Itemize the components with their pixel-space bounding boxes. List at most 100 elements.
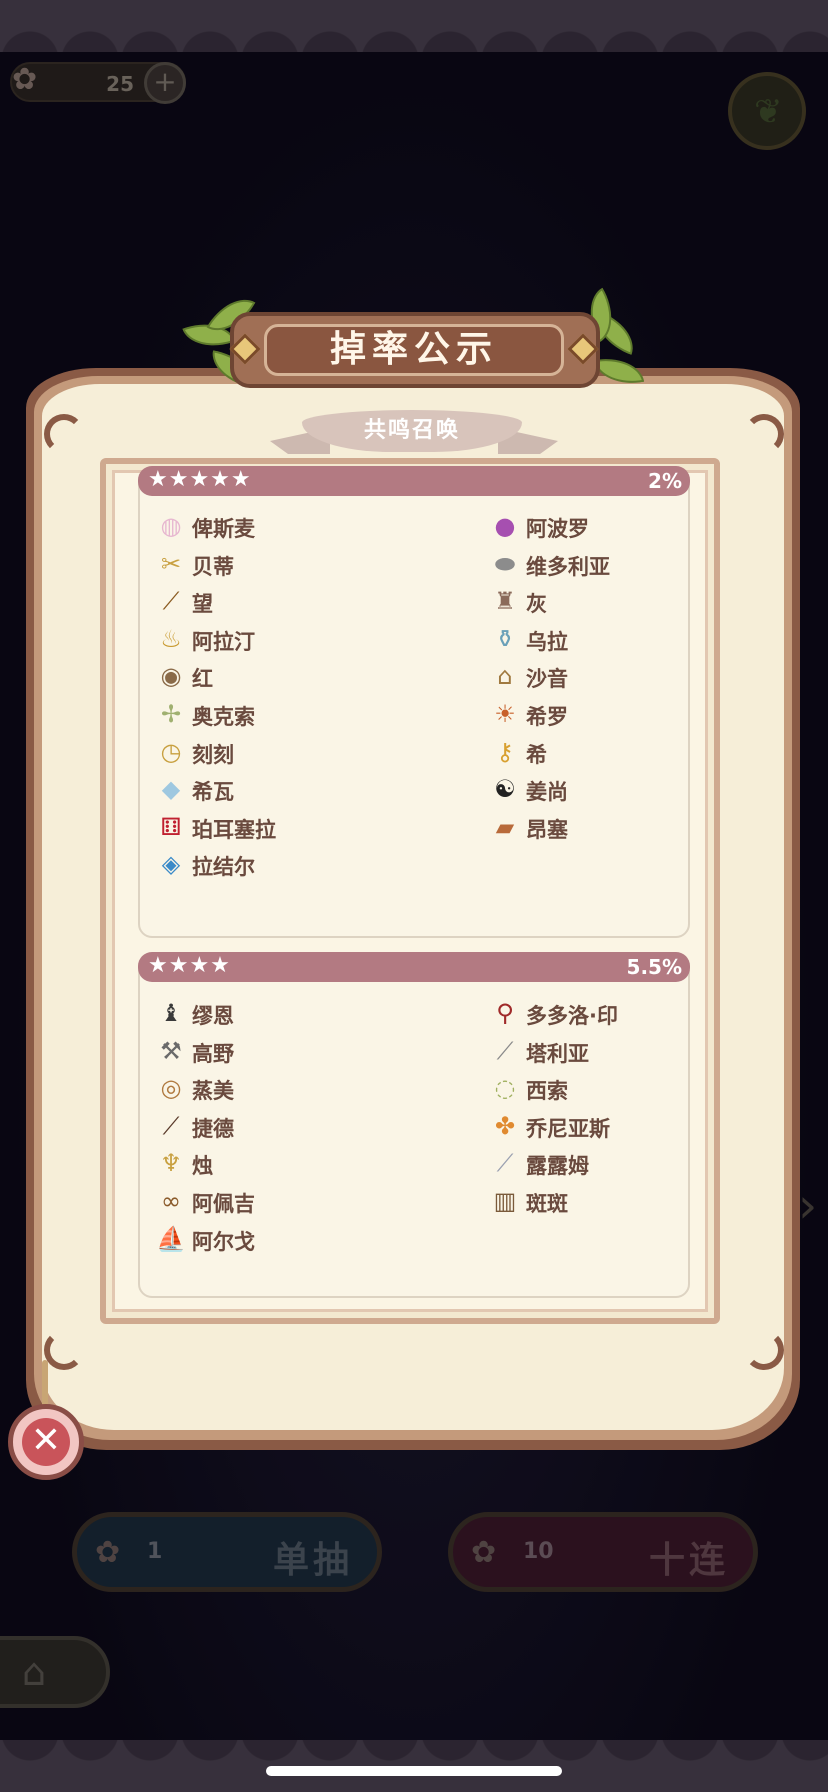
rate-list-item: ♨ 阿拉汀 <box>154 620 424 656</box>
rate-list-item: ⬬ 维多利亚 <box>488 545 758 581</box>
potion-bottle-icon: ⚱ <box>494 624 516 653</box>
dice-icon: ⚅ <box>160 812 182 841</box>
item-name: 昂塞 <box>526 817 568 842</box>
rate-list-item: ⚲ 多多洛·印 <box>488 994 758 1030</box>
corner-ornament <box>44 1330 84 1370</box>
item-name: 露露姆 <box>526 1154 589 1179</box>
needle-icon: ⟋ <box>162 1111 180 1140</box>
drum-icon: ▥ <box>493 1187 517 1215</box>
corner-ornament <box>744 1330 784 1370</box>
mirror-icon: ◈ <box>161 850 181 879</box>
rate-list-item: ✤ 乔尼亚斯 <box>488 1107 758 1143</box>
birdcage-icon: ⌂ <box>497 662 513 691</box>
home-indicator[interactable] <box>266 1766 562 1776</box>
rate-list-item: ▰ 昂塞 <box>488 808 758 844</box>
seal-stamp-icon: ⚲ <box>496 999 514 1027</box>
item-name: 缪恩 <box>192 1004 234 1028</box>
rate-list-item: ☀ 希罗 <box>488 695 758 731</box>
candle-icon: ♆ <box>160 1149 182 1178</box>
purple-button-icon: ● <box>494 512 516 540</box>
four-star-rating: ★★★★ <box>148 953 231 978</box>
item-name: 维多利亚 <box>526 554 610 579</box>
five-star-rating: ★★★★★ <box>148 467 252 492</box>
rate-list-item: ∞ 阿佩吉 <box>154 1182 424 1218</box>
scissors-icon: ✂ <box>160 549 182 578</box>
item-name: 珀耳塞拉 <box>192 817 276 842</box>
item-name: 西索 <box>526 1079 568 1104</box>
lantern-icon: ☀ <box>494 700 516 728</box>
rate-list-item: ⛵ 阿尔戈 <box>154 1220 424 1256</box>
five-star-rate: 2% <box>648 469 682 493</box>
brush-icon: ♜ <box>494 587 516 616</box>
item-name: 多多洛·印 <box>526 1004 618 1028</box>
item-name: 高野 <box>192 1041 234 1066</box>
magic-lamp-icon: ♨ <box>160 624 182 653</box>
item-name: 斑斑 <box>526 1192 568 1216</box>
rate-list-item: ✢ 奥克索 <box>154 695 424 731</box>
close-button[interactable]: ✕ <box>8 1404 84 1480</box>
dialog-title: 掉率公示 <box>329 329 498 370</box>
item-name: 红 <box>192 667 213 692</box>
crystal-icon: ◆ <box>161 775 181 804</box>
item-name: 沙音 <box>526 667 568 692</box>
glasses-icon: ∞ <box>161 1187 181 1215</box>
item-name: 望 <box>192 592 213 617</box>
pocket-watch-icon: ◷ <box>160 737 182 766</box>
rate-list-item: ⟋ 露露姆 <box>488 1144 758 1180</box>
item-name: 希瓦 <box>192 780 234 805</box>
rate-list-item: ● 阿波罗 <box>488 507 758 543</box>
rate-list-item: ◎ 蒸美 <box>154 1069 424 1105</box>
corner-ornament <box>744 414 784 454</box>
ship-icon: ⛵ <box>156 1224 186 1253</box>
item-name: 刻刻 <box>192 742 234 767</box>
rate-list-item: ◍ 俾斯麦 <box>154 507 424 543</box>
hammer-icon: ⚒ <box>160 1036 182 1065</box>
item-name: 乌拉 <box>526 629 568 654</box>
four-star-tier-header: ★★★★ 5.5% <box>138 952 690 982</box>
fruits-icon: ✤ <box>494 1111 516 1140</box>
rate-list-item: ⚒ 高野 <box>154 1032 424 1068</box>
item-name: 俾斯麦 <box>192 517 255 541</box>
item-name: 阿尔戈 <box>192 1229 255 1254</box>
item-name: 灰 <box>526 592 547 617</box>
rate-list-item: ◌ 西索 <box>488 1069 758 1105</box>
item-name: 姜尚 <box>526 780 568 805</box>
telescope-icon: ⟋ <box>162 587 180 616</box>
rate-list-item: ⟋ 望 <box>154 582 424 618</box>
key-icon: ⚷ <box>496 737 514 766</box>
item-name: 阿拉汀 <box>192 629 255 654</box>
item-name: 蒸美 <box>192 1079 234 1104</box>
item-name: 拉结尔 <box>192 855 255 880</box>
book-icon: ▰ <box>495 812 515 841</box>
item-name: 贝蒂 <box>192 554 234 579</box>
rate-list-item: ⚅ 珀耳塞拉 <box>154 808 424 844</box>
four-star-rate: 5.5% <box>626 955 682 979</box>
pinwheel-icon: ✢ <box>160 700 182 728</box>
yin-yang-icon: ☯ <box>494 775 516 804</box>
rate-list-item: ◆ 希瓦 <box>154 770 424 806</box>
item-name: 捷德 <box>192 1116 234 1141</box>
chess-piece-icon: ♝ <box>160 999 182 1027</box>
close-icon: ✕ <box>22 1418 70 1466</box>
item-name: 奥克索 <box>192 705 255 729</box>
item-name: 阿波罗 <box>526 517 589 541</box>
item-name: 希罗 <box>526 705 568 729</box>
blade-icon: ⟋ <box>496 1036 514 1065</box>
rate-list-item: ⚷ 希 <box>488 733 758 769</box>
rate-list-item: ⌂ 沙音 <box>488 657 758 693</box>
rate-list-item: ♆ 烛 <box>154 1144 424 1180</box>
basket-icon: ◉ <box>160 662 182 691</box>
rate-list-item: ⚱ 乌拉 <box>488 620 758 656</box>
item-name: 阿佩吉 <box>192 1192 255 1216</box>
rate-list-item: ♜ 灰 <box>488 582 758 618</box>
rate-list-item: ◷ 刻刻 <box>154 733 424 769</box>
rate-list-item: ✂ 贝蒂 <box>154 545 424 581</box>
corner-ornament <box>44 414 84 454</box>
item-name: 希 <box>526 742 547 767</box>
tape-icon: ◌ <box>494 1074 516 1103</box>
rate-list-item: ⟋ 捷德 <box>154 1107 424 1143</box>
rate-list-item: ◉ 红 <box>154 657 424 693</box>
rate-list-item: ♝ 缪恩 <box>154 994 424 1030</box>
test-tube-icon: ⟋ <box>496 1149 514 1178</box>
item-name: 烛 <box>192 1154 213 1179</box>
